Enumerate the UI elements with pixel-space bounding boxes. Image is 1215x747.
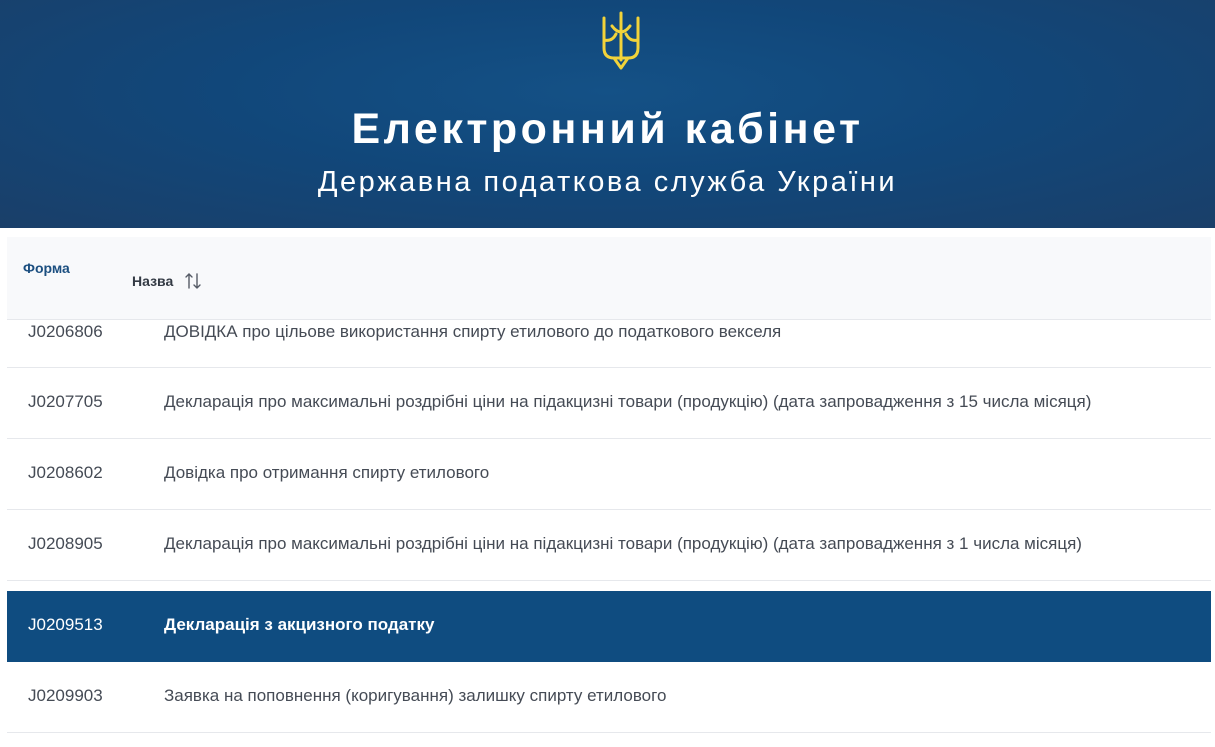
table-row[interactable]: J0208602 Довідка про отримання спирту ет… [7, 439, 1211, 510]
page-title: Електронний кабінет [351, 105, 864, 153]
form-name: ДОВІДКА про цільове використання спирту … [164, 322, 782, 341]
forms-table: Форма Назва J0206806 ДОВІДКА про цільове… [7, 228, 1211, 747]
form-name: Декларація з акцизного податку [164, 615, 435, 634]
trident-icon [602, 11, 640, 70]
page-subtitle: Державна податкова служба України [317, 166, 898, 198]
table-row[interactable]: J0208905 Декларація про максимальні розд… [7, 510, 1211, 581]
table-header: Форма Назва [7, 237, 1211, 320]
column-header-name-label: Назва [132, 273, 174, 289]
table-row[interactable]: J0207705 Декларація про максимальні розд… [7, 368, 1211, 439]
form-code: J0209903 [28, 686, 103, 705]
form-code: J0208905 [28, 534, 103, 553]
sort-arrows-icon[interactable] [183, 271, 203, 291]
table-row-selected[interactable]: J0209513 Декларація з акцизного податку [7, 591, 1211, 662]
form-code: J0209513 [28, 615, 103, 634]
form-code: J0206806 [28, 322, 103, 341]
site-header: Електронний кабінет Державна податкова с… [0, 0, 1215, 228]
table-row[interactable]: J0206806 ДОВІДКА про цільове використанн… [7, 310, 1211, 368]
form-name: Довідка про отримання спирту етилового [164, 463, 490, 482]
form-name: Декларація про максимальні роздрібні цін… [164, 534, 1082, 553]
form-name: Заявка на поповнення (коригування) залиш… [164, 686, 667, 705]
table-row[interactable]: J0209903 Заявка на поповнення (коригуван… [7, 662, 1211, 733]
form-code: J0207705 [28, 392, 103, 411]
form-code: J0208602 [28, 463, 103, 482]
column-header-form[interactable]: Форма [23, 260, 70, 276]
column-header-name[interactable]: Назва [132, 271, 203, 291]
form-name: Декларація про максимальні роздрібні цін… [164, 392, 1092, 411]
